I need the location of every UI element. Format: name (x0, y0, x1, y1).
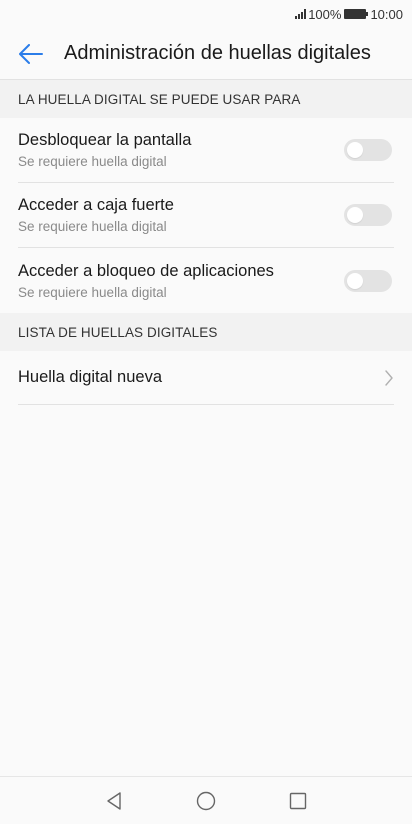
setting-row-unlock-screen[interactable]: Desbloquear la pantalla Se requiere huel… (18, 118, 394, 183)
clock: 10:00 (370, 6, 403, 22)
setting-row-app-lock[interactable]: Acceder a bloqueo de aplicaciones Se req… (18, 248, 394, 313)
back-arrow-icon (19, 43, 43, 64)
new-fingerprint-item[interactable]: Huella digital nueva (18, 351, 394, 405)
app-lock-toggle[interactable] (344, 269, 392, 292)
home-circle-icon (196, 791, 216, 810)
toggle-knob (347, 207, 363, 223)
chevron-right-icon (385, 369, 393, 386)
back-triangle-icon (107, 791, 121, 810)
toggle-knob (347, 142, 363, 158)
setting-subtitle: Se requiere huella digital (18, 219, 167, 234)
unlock-screen-toggle[interactable] (344, 139, 392, 161)
page-title: Administración de huellas digitales (64, 42, 371, 64)
section-header-usage: LA HUELLA DIGITAL SE PUEDE USAR PARA (0, 80, 412, 118)
setting-title: Acceder a bloqueo de aplicaciones (18, 261, 274, 280)
system-nav-bar (0, 776, 412, 824)
nav-recents-button[interactable] (286, 789, 310, 813)
setting-title: Acceder a caja fuerte (18, 196, 174, 214)
new-fingerprint-label: Huella digital nueva (18, 368, 163, 386)
setting-title: Desbloquear la pantalla (18, 131, 192, 149)
nav-back-button[interactable] (102, 789, 126, 813)
recents-square-icon (289, 792, 307, 809)
nav-home-button[interactable] (194, 789, 218, 813)
battery-percent: 100% (308, 6, 342, 22)
safe-access-toggle[interactable] (344, 204, 392, 226)
app-bar: Administración de huellas digitales (0, 28, 412, 80)
setting-subtitle: Se requiere huella digital (18, 154, 167, 169)
section-header-list: LISTA DE HUELLAS DIGITALES (0, 313, 412, 351)
signal-icon (295, 9, 307, 19)
battery-icon (344, 9, 369, 19)
status-bar: 100% 10:00 (0, 0, 412, 28)
back-button[interactable] (8, 28, 54, 80)
toggle-knob (347, 272, 363, 289)
setting-subtitle: Se requiere huella digital (18, 284, 167, 300)
setting-row-safe[interactable]: Acceder a caja fuerte Se requiere huella… (18, 183, 394, 248)
